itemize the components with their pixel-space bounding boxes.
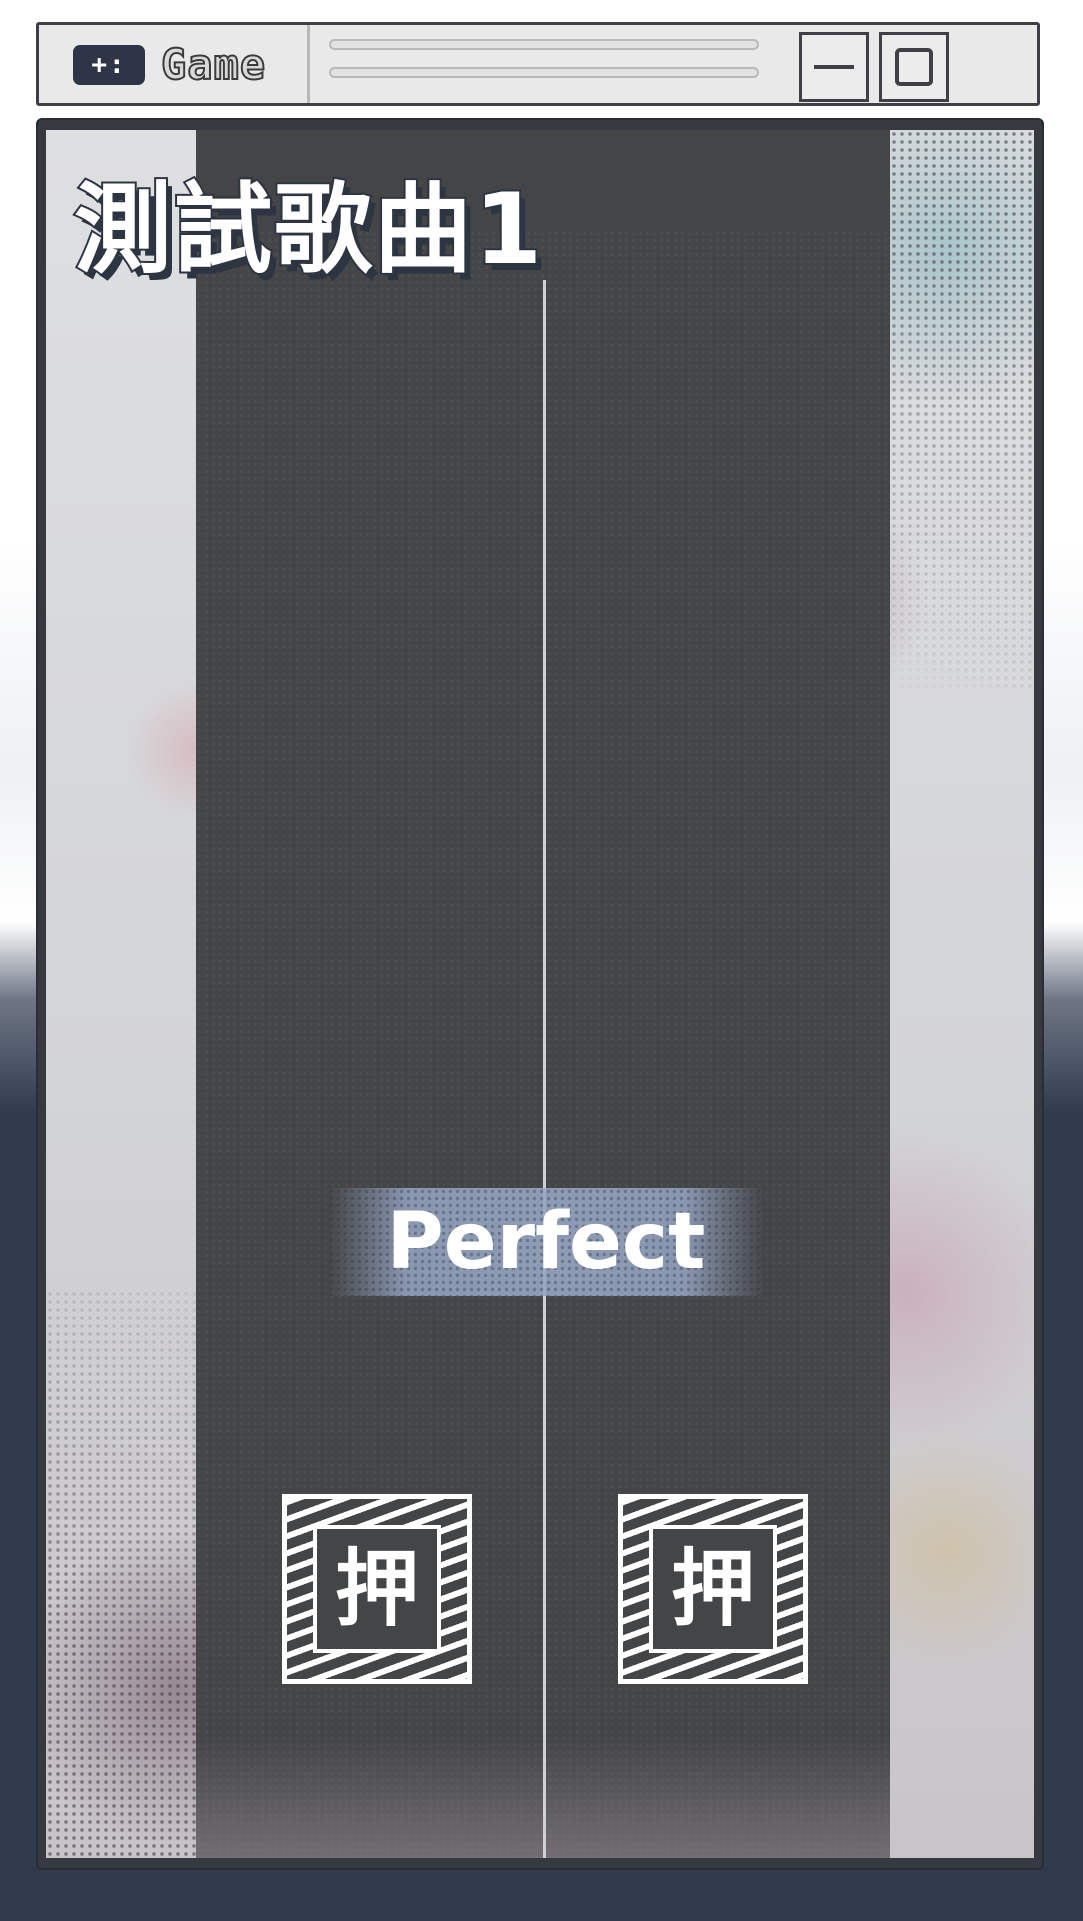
titlebar-divider bbox=[307, 25, 310, 103]
maximize-icon[interactable] bbox=[879, 32, 949, 102]
minimize-icon[interactable] bbox=[799, 32, 869, 102]
press-key-right[interactable]: 押 bbox=[618, 1494, 808, 1684]
press-key-label: 押 bbox=[670, 1540, 755, 1638]
game-screen[interactable]: 測試歌曲1 Perfect 押 押 bbox=[46, 130, 1034, 1858]
gamepad-icon: +: bbox=[73, 45, 145, 85]
lane-divider bbox=[543, 280, 546, 1858]
game-frame: 測試歌曲1 Perfect 押 押 bbox=[38, 120, 1042, 1868]
press-key-label: 押 bbox=[334, 1540, 419, 1638]
window-titlebar: +: Game bbox=[36, 22, 1040, 106]
titlebar-decor-line bbox=[329, 67, 759, 78]
press-key-left[interactable]: 押 bbox=[282, 1494, 472, 1684]
song-title: 測試歌曲1 bbox=[72, 171, 545, 289]
window-title: Game bbox=[160, 39, 267, 90]
judgement-text: Perfect bbox=[386, 1197, 706, 1287]
titlebar-decor-line bbox=[329, 39, 759, 50]
